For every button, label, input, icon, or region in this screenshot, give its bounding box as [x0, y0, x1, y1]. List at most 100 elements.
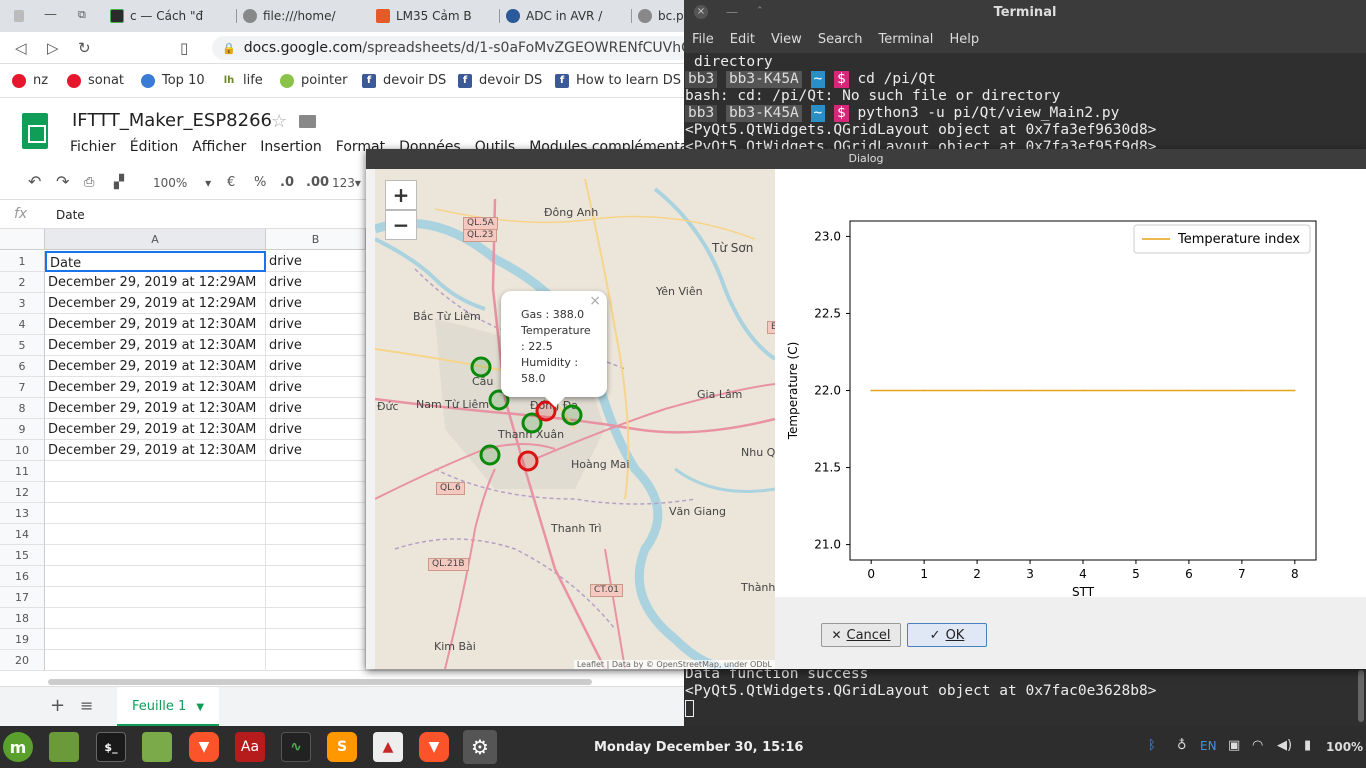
row-header[interactable]: 14	[0, 524, 45, 545]
menu-file[interactable]: File	[692, 32, 714, 47]
clipboard-icon[interactable]: ▣	[1228, 738, 1240, 753]
table-cell[interactable]	[45, 566, 266, 587]
row-header[interactable]: 9	[0, 419, 45, 440]
row-header[interactable]: 8	[0, 398, 45, 419]
row-header[interactable]: 5	[0, 335, 45, 356]
menu-help[interactable]: Help	[949, 32, 979, 47]
table-cell[interactable]: December 29, 2019 at 12:30AM	[45, 440, 266, 461]
table-cell[interactable]	[266, 608, 366, 629]
forward-icon[interactable]: ▷	[47, 39, 59, 57]
minimize-icon[interactable]: —	[726, 5, 738, 19]
tab-adc[interactable]: ADC in AVR /	[506, 4, 628, 28]
bulb-icon[interactable]: ♁	[1177, 738, 1187, 753]
redo-icon[interactable]: ↷	[56, 172, 69, 191]
bookmark-nz[interactable]: nz	[12, 73, 48, 88]
star-icon[interactable]: ☆	[271, 111, 287, 132]
dictionary-icon[interactable]: Aa	[235, 732, 265, 762]
row-header[interactable]: 4	[0, 314, 45, 335]
table-cell[interactable]	[45, 524, 266, 545]
table-cell[interactable]	[45, 608, 266, 629]
row-header[interactable]: 2	[0, 272, 45, 293]
table-cell[interactable]	[266, 503, 366, 524]
bookmark-sonat[interactable]: sonat	[67, 73, 124, 88]
document-title[interactable]: IFTTT_Maker_ESP8266	[72, 110, 272, 131]
table-cell[interactable]	[266, 587, 366, 608]
brave-icon[interactable]: ▼	[419, 732, 449, 762]
tab-bc[interactable]: bc.p	[638, 4, 684, 28]
row-header[interactable]: 3	[0, 293, 45, 314]
tab-file[interactable]: file:///home/	[243, 4, 368, 28]
row-header[interactable]: 7	[0, 377, 45, 398]
bookmark-how-to-learn[interactable]: f How to learn DS	[555, 73, 681, 88]
row-header[interactable]: 18	[0, 608, 45, 629]
zoom-in-button[interactable]: +	[385, 180, 417, 210]
back-icon[interactable]: ◁	[15, 39, 27, 57]
table-cell[interactable]	[266, 524, 366, 545]
table-cell[interactable]	[266, 629, 366, 650]
restore-icon[interactable]: ⧉	[78, 8, 86, 22]
tab-blank[interactable]	[14, 4, 38, 28]
battery-icon[interactable]: ▮	[1304, 738, 1311, 753]
table-cell[interactable]	[45, 503, 266, 524]
undo-icon[interactable]: ↶	[28, 172, 41, 191]
all-sheets-icon[interactable]: ≡	[80, 696, 93, 715]
row-header[interactable]: 6	[0, 356, 45, 377]
table-cell[interactable]: December 29, 2019 at 12:30AM	[45, 377, 266, 398]
terminal-icon[interactable]: $_	[96, 732, 126, 762]
bookmark-devoir-1[interactable]: f devoir DS	[362, 73, 446, 88]
table-cell[interactable]	[45, 545, 266, 566]
row-header[interactable]: 15	[0, 545, 45, 566]
close-icon[interactable]: ×	[589, 293, 601, 309]
menu-search[interactable]: Search	[818, 32, 863, 47]
print-icon[interactable]: ⎙	[84, 175, 94, 190]
table-cell[interactable]	[266, 545, 366, 566]
maximize-icon[interactable]: ⌃	[756, 6, 764, 16]
url-field[interactable]: 🔒 docs.google.com/spreadsheets/d/1-s0aFoM…	[212, 36, 684, 60]
row-header[interactable]: 20	[0, 650, 45, 671]
cancel-button[interactable]: ✕ Cancel	[821, 623, 901, 647]
table-cell[interactable]: drive	[266, 293, 366, 314]
menu-afficher[interactable]: Afficher	[192, 139, 246, 155]
menu-edit[interactable]: Edit	[730, 32, 755, 47]
menu-insertion[interactable]: Insertion	[260, 139, 321, 155]
column-header-b[interactable]: B	[266, 229, 366, 250]
close-icon[interactable]: ×	[694, 5, 708, 19]
table-cell[interactable]	[266, 482, 366, 503]
select-all-corner[interactable]	[0, 229, 45, 250]
percent-button[interactable]: %	[254, 175, 266, 190]
table-cell[interactable]	[45, 587, 266, 608]
table-cell[interactable]	[266, 650, 366, 671]
table-cell[interactable]	[45, 461, 266, 482]
bookmark-devoir-2[interactable]: f devoir DS	[458, 73, 542, 88]
bookmark-this-icon[interactable]: ▯	[180, 39, 188, 57]
clock[interactable]: Monday December 30, 15:16	[594, 740, 803, 755]
table-cell[interactable]: drive	[266, 440, 366, 461]
table-cell[interactable]: drive	[266, 377, 366, 398]
bookmark-pointer[interactable]: pointer	[280, 73, 348, 88]
table-cell[interactable]	[45, 650, 266, 671]
add-sheet-icon[interactable]: +	[50, 695, 65, 716]
sheet-tab[interactable]: Feuille 1 ▼	[117, 687, 219, 726]
rocket-icon[interactable]: ▲	[373, 732, 403, 762]
table-cell[interactable]: December 29, 2019 at 12:30AM	[45, 335, 266, 356]
sheets-logo[interactable]	[22, 113, 48, 149]
table-cell[interactable]: December 29, 2019 at 12:30AM	[45, 419, 266, 440]
bookmark-top10[interactable]: Top 10	[141, 73, 205, 88]
table-cell[interactable]	[266, 566, 366, 587]
table-cell[interactable]: drive	[266, 272, 366, 293]
map-view[interactable]: + − Đông Anh Từ Sơn Yên Viên Bắc Từ Liêm…	[375, 169, 775, 669]
table-cell[interactable]	[45, 629, 266, 650]
table-cell[interactable]: December 29, 2019 at 12:30AM	[45, 314, 266, 335]
table-cell[interactable]: drive	[266, 251, 366, 272]
row-header[interactable]: 12	[0, 482, 45, 503]
volume-icon[interactable]: ◀)	[1277, 738, 1292, 753]
system-monitor-icon[interactable]: ∿	[281, 732, 311, 762]
menu-edition[interactable]: Édition	[130, 139, 178, 155]
table-cell[interactable]: December 29, 2019 at 12:30AM	[45, 398, 266, 419]
table-cell[interactable]: December 29, 2019 at 12:29AM	[45, 272, 266, 293]
tab-lm35[interactable]: LM35 Cảm B	[376, 4, 496, 28]
column-header-a[interactable]: A	[45, 229, 266, 250]
table-cell[interactable]: drive	[266, 398, 366, 419]
horizontal-scrollbar[interactable]	[48, 679, 592, 685]
row-header[interactable]: 16	[0, 566, 45, 587]
